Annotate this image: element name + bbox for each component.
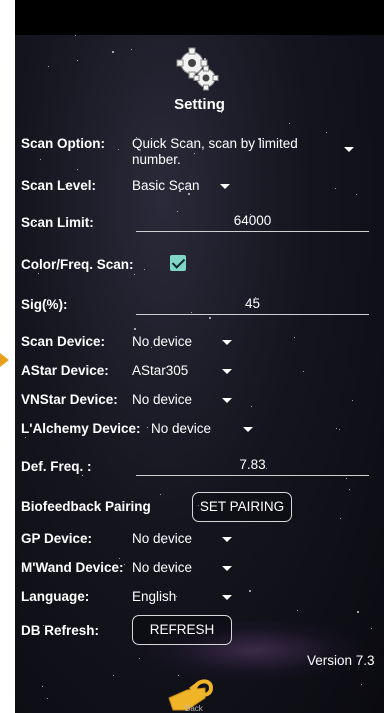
star [326, 132, 327, 133]
color-freq-scan-label: Color/Freq. Scan: [21, 257, 134, 272]
star [339, 429, 340, 430]
language-label: Language: [21, 589, 90, 604]
scan-option-value-line2: number. [132, 152, 181, 167]
star [251, 406, 252, 407]
star [112, 51, 114, 53]
star [139, 658, 140, 659]
lalchemy-device-label: L'Alchemy Device: [21, 421, 141, 436]
star [25, 437, 26, 438]
star [77, 169, 78, 170]
lalchemy-device-select[interactable]: No device [151, 421, 211, 436]
sig-input[interactable]: 45 [136, 294, 369, 315]
sig-label: Sig(%): [21, 297, 68, 312]
scan-option-row: Scan Option: [21, 136, 105, 151]
color-freq-scan-checkbox[interactable] [170, 255, 186, 271]
star [40, 159, 41, 160]
def-freq-input[interactable]: 7.83 [136, 455, 369, 476]
star [209, 317, 211, 319]
language-select[interactable]: English [132, 589, 176, 604]
star [134, 328, 136, 330]
scan-level-dropdown-icon[interactable] [220, 184, 230, 189]
star [48, 66, 49, 67]
astar-device-label: AStar Device: [21, 363, 109, 378]
star [289, 123, 290, 124]
mwand-device-dropdown-icon[interactable] [222, 566, 232, 571]
vnstar-device-select[interactable]: No device [132, 392, 192, 407]
vnstar-device-label: VNStar Device: [21, 392, 118, 407]
gp-device-dropdown-icon[interactable] [222, 537, 232, 542]
mwand-device-label: M'Wand Device: [21, 560, 124, 575]
back-button[interactable]: Back [165, 676, 225, 713]
status-bar [15, 0, 384, 35]
vnstar-device-dropdown-icon[interactable] [222, 398, 232, 403]
star [371, 628, 372, 629]
star [47, 698, 48, 699]
scan-option-label: Scan Option: [21, 136, 105, 151]
language-dropdown-icon[interactable] [222, 595, 232, 600]
lalchemy-device-dropdown-icon[interactable] [243, 427, 253, 432]
star [294, 337, 295, 338]
astar-device-dropdown-icon[interactable] [222, 369, 232, 374]
star [82, 475, 83, 476]
scan-device-label: Scan Device: [21, 334, 106, 349]
gp-device-label: GP Device: [21, 531, 93, 546]
db-refresh-label: DB Refresh: [21, 623, 100, 638]
star [349, 489, 350, 490]
star [147, 427, 148, 428]
star [357, 611, 359, 613]
scan-level-select[interactable]: Basic Scan [132, 178, 200, 193]
scan-limit-input[interactable]: 64000 [136, 211, 369, 232]
star [134, 274, 135, 275]
star [188, 193, 190, 195]
scan-device-dropdown-icon[interactable] [222, 340, 232, 345]
star [356, 194, 357, 195]
scan-limit-label: Scan Limit: [21, 215, 94, 230]
star [75, 35, 76, 36]
star [361, 684, 362, 685]
star [118, 149, 119, 150]
star [160, 494, 161, 495]
star [42, 686, 43, 687]
star [340, 518, 341, 519]
scan-option-select[interactable]: Quick Scan, scan by limited number. [132, 136, 298, 168]
star [297, 610, 298, 611]
star [144, 269, 145, 270]
refresh-button[interactable]: REFRESH [132, 615, 232, 645]
star [77, 60, 78, 61]
side-indicator-arrow [0, 353, 9, 367]
star [346, 478, 347, 479]
star [335, 188, 336, 189]
star [124, 564, 125, 565]
star [249, 590, 251, 592]
version-label: Version 7.3 [307, 653, 375, 668]
scan-option-value-line1: Quick Scan, scan by limited [132, 136, 298, 151]
scan-level-label: Scan Level: [21, 178, 97, 193]
star [119, 558, 120, 559]
def-freq-label: Def. Freq. : [21, 459, 92, 474]
gears-icon [172, 46, 224, 92]
settings-screen: Setting Scan Option: Quick Scan, scan by… [15, 0, 384, 713]
set-pairing-button[interactable]: SET PAIRING [192, 492, 292, 522]
star [38, 273, 39, 274]
star [131, 49, 132, 50]
star [336, 428, 337, 429]
astar-device-select[interactable]: AStar305 [132, 363, 188, 378]
back-label: Back [185, 704, 203, 713]
star [113, 675, 114, 676]
mwand-device-select[interactable]: No device [132, 560, 192, 575]
scan-device-select[interactable]: No device [132, 334, 192, 349]
scan-option-dropdown-icon[interactable] [344, 147, 354, 152]
gp-device-select[interactable]: No device [132, 531, 192, 546]
star [352, 400, 353, 401]
biofeedback-pairing-label: Biofeedback Pairing [21, 499, 151, 514]
star [303, 371, 304, 372]
page-title: Setting [174, 96, 225, 113]
